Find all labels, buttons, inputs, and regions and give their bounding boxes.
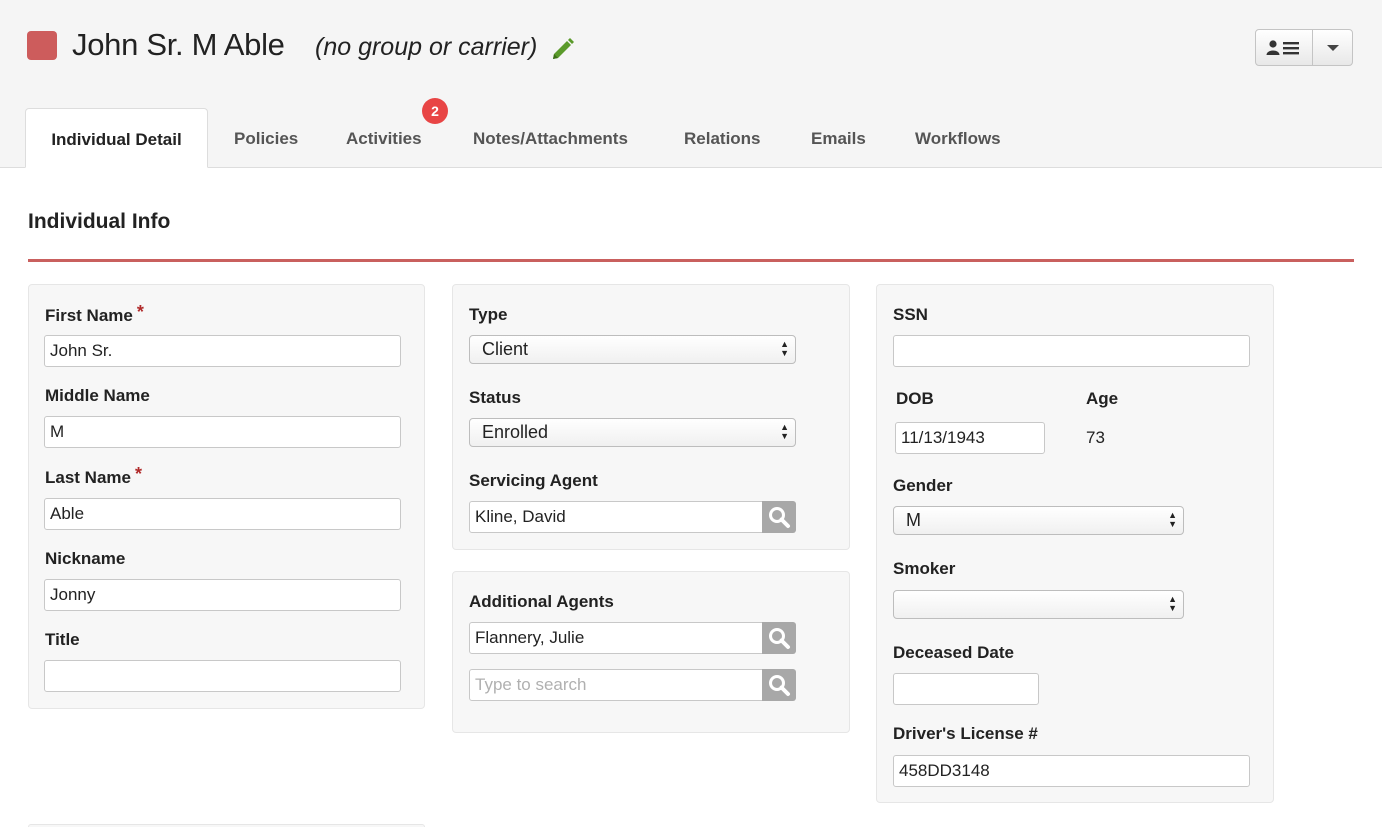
magnifier-icon — [769, 675, 790, 696]
servicing-agent-search-button[interactable] — [762, 501, 796, 533]
required-marker: * — [136, 302, 144, 322]
tab-relations[interactable]: Relations — [684, 108, 761, 167]
additional-agents-label: Additional Agents — [469, 592, 614, 611]
status-label: Status — [469, 388, 521, 407]
servicing-agent-label: Servicing Agent — [469, 471, 598, 490]
last-name-label: Last Name * — [45, 464, 142, 487]
deceased-date-label: Deceased Date — [893, 643, 1014, 662]
activities-count-badge: 2 — [422, 98, 448, 124]
type-select[interactable]: Client ▲ ▼ — [469, 335, 796, 364]
tab-individual-detail[interactable]: Individual Detail — [25, 108, 208, 168]
tab-policies[interactable]: Policies — [234, 108, 298, 167]
dob-label: DOB — [896, 389, 934, 408]
deceased-date-field[interactable] — [893, 673, 1039, 705]
middle-name-field[interactable] — [44, 416, 401, 448]
select-arrows-icon: ▲ ▼ — [1168, 510, 1177, 529]
smoker-label: Smoker — [893, 559, 956, 578]
dob-field[interactable] — [895, 422, 1045, 454]
select-arrows-icon: ▲ ▼ — [780, 422, 789, 441]
additional-agent-field[interactable] — [469, 622, 763, 654]
tab-emails[interactable]: Emails — [811, 108, 866, 167]
drivers-license-label: Driver's License # — [893, 724, 1038, 743]
nickname-field[interactable] — [44, 579, 401, 611]
pencil-icon[interactable] — [550, 35, 576, 61]
select-arrows-icon: ▲ ▼ — [780, 339, 789, 358]
nickname-label: Nickname — [45, 549, 126, 568]
additional-agent-search-button[interactable] — [762, 622, 796, 654]
user-menu-button-group — [1255, 29, 1353, 66]
user-list-icon — [1266, 39, 1299, 55]
section-divider — [28, 259, 1354, 262]
tab-notes-attachments[interactable]: Notes/Attachments — [473, 108, 628, 167]
status-select-value: Enrolled — [482, 422, 549, 442]
age-label: Age — [1086, 389, 1119, 408]
smoker-select[interactable]: ▲ ▼ — [893, 590, 1184, 619]
tab-workflows[interactable]: Workflows — [915, 108, 1001, 167]
magnifier-icon — [769, 507, 790, 528]
last-name-field[interactable] — [44, 498, 401, 530]
group-carrier-text: (no group or carrier) — [315, 33, 538, 61]
type-select-value: Client — [482, 339, 529, 359]
type-label: Type — [469, 305, 508, 324]
agent-search-button[interactable] — [762, 669, 796, 701]
gender-label: Gender — [893, 476, 953, 495]
first-name-field[interactable] — [44, 335, 401, 367]
title-label: Title — [45, 630, 80, 649]
agent-search-input[interactable] — [469, 669, 763, 701]
drivers-license-field[interactable] — [893, 755, 1250, 787]
caret-down-icon — [1326, 44, 1339, 51]
age-value: 73 — [1086, 428, 1105, 447]
gender-select[interactable]: M ▲ ▼ — [893, 506, 1184, 535]
ssn-field[interactable] — [893, 335, 1250, 367]
required-marker: * — [134, 464, 142, 484]
servicing-agent-field[interactable] — [469, 501, 763, 533]
first-name-label: First Name * — [45, 302, 144, 325]
title-field[interactable] — [44, 660, 401, 692]
status-select[interactable]: Enrolled ▲ ▼ — [469, 418, 796, 447]
section-title: Individual Info — [28, 210, 171, 233]
tab-bar: Individual Detail Policies Activities No… — [0, 108, 1382, 168]
tab-activities[interactable]: Activities — [346, 108, 422, 167]
magnifier-icon — [769, 628, 790, 649]
select-arrows-icon: ▲ ▼ — [1168, 594, 1177, 613]
person-name: John Sr. M Able — [72, 27, 285, 62]
ssn-label: SSN — [893, 305, 928, 324]
dropdown-toggle-button[interactable] — [1313, 30, 1352, 65]
user-menu-button[interactable] — [1256, 30, 1313, 65]
gender-select-value: M — [906, 510, 921, 530]
status-indicator — [27, 31, 57, 60]
middle-name-label: Middle Name — [45, 386, 150, 405]
